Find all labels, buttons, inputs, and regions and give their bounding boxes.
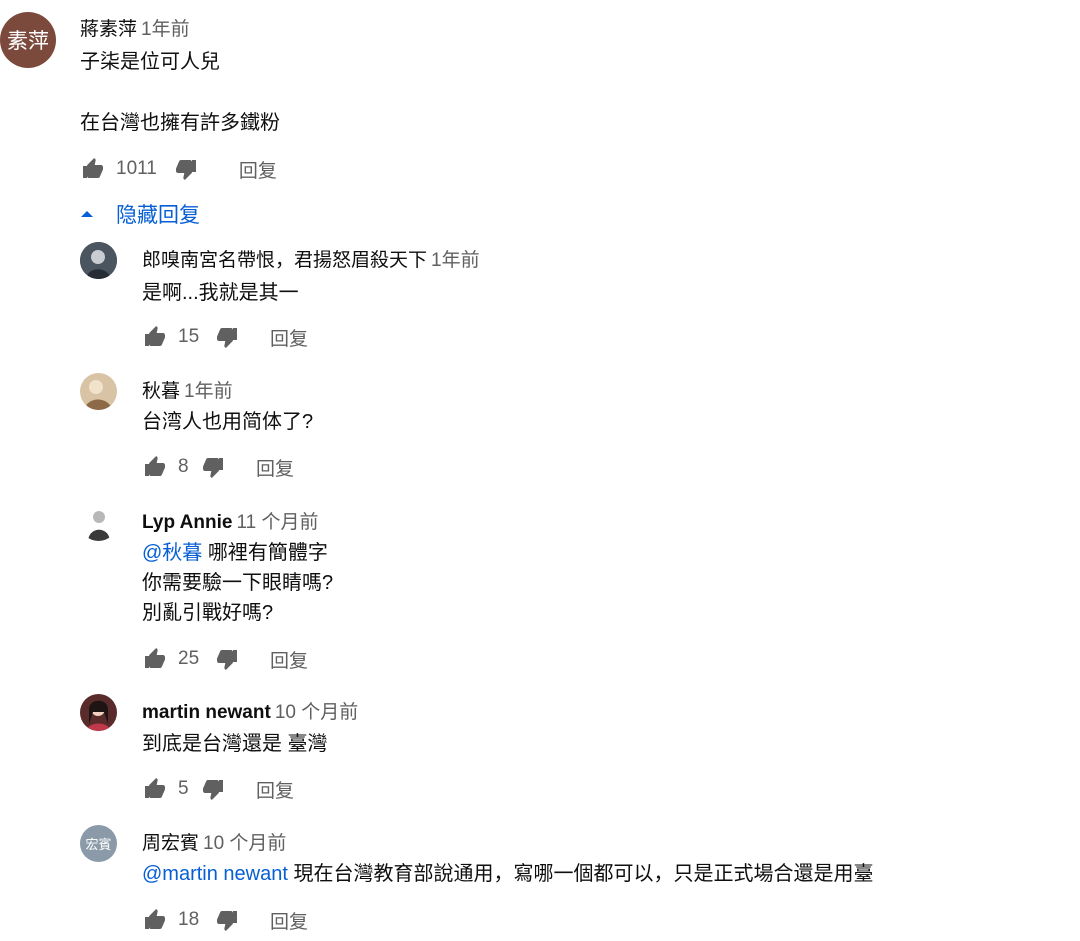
avatar-image [80,504,117,541]
timestamp[interactable]: 10 个月前 [275,702,358,723]
avatar[interactable] [80,242,117,279]
comment-header: Lyp Annie 11 个月前 [142,507,318,534]
timestamp[interactable]: 1年前 [184,381,233,402]
comment-text: 別亂引戰好嗎? [142,602,274,624]
thumbs-up-icon[interactable] [142,907,168,933]
reply-button[interactable]: 回复 [256,776,294,803]
comment-actions: 15 回复 [142,322,308,352]
thumbs-up-icon[interactable] [142,454,168,480]
like-count: 18 [178,909,200,930]
comment-text: 你需要驗一下眼睛嗎? [142,572,334,594]
comment-text: 到底是台灣還是 臺灣 [142,733,328,755]
comment-actions: 5 回复 [142,774,294,804]
author-name[interactable]: martin newant [142,702,271,723]
thumbs-down-icon[interactable] [214,324,240,350]
thumbs-down-icon[interactable] [214,907,240,933]
comment-header: 郎嗅南宮名帶恨，君揚怒眉殺天下 1年前 [142,245,480,272]
like-count: 15 [178,326,200,347]
comment-actions: 1011 回复 [80,154,277,184]
avatar-initials: 素萍 [7,29,49,53]
comment-text: 台湾人也用简体了? [142,411,314,433]
thumbs-down-icon[interactable] [200,776,226,802]
timestamp[interactable]: 11 个月前 [236,512,318,533]
mention-link[interactable]: @秋暮 [142,542,202,564]
thumbs-up-icon[interactable] [142,646,168,672]
reply-button[interactable]: 回复 [256,454,294,481]
avatar-image [80,242,117,279]
thumbs-up-icon[interactable] [80,156,106,182]
thumbs-down-icon[interactable] [200,454,226,480]
avatar-initials: 宏賓 [85,838,112,853]
author-name[interactable]: 周宏賓 [142,833,199,854]
author-name[interactable]: 秋暮 [142,381,180,402]
timestamp[interactable]: 1年前 [431,250,480,271]
comment-text: 子柒是位可人兒 [80,51,220,73]
mention-link[interactable]: @martin newant [142,863,288,885]
comment-text: 在台灣也擁有許多鐵粉 [80,112,280,134]
reply-button[interactable]: 回复 [270,907,308,934]
avatar[interactable]: 宏賓 [80,825,117,862]
author-name[interactable]: 郎嗅南宮名帶恨，君揚怒眉殺天下 [142,250,427,271]
avatar-image [80,373,117,410]
like-count: 25 [178,648,200,669]
comment-text: @martin newant 現在台灣教育部說通用，寫哪一個都可以，只是正式場合… [142,859,873,890]
hide-replies-button[interactable]: 隐藏回复 [80,198,200,230]
reply-button[interactable]: 回复 [239,156,277,183]
avatar[interactable] [80,504,117,541]
author-name[interactable]: 蔣素萍 [80,19,137,40]
thumbs-up-icon[interactable] [142,776,168,802]
avatar-image [80,694,117,731]
caret-up-icon [80,209,94,219]
comment-text-body: 現在台灣教育部說通用，寫哪一個都可以，只是正式場合還是用臺 [287,863,874,885]
comment-actions: 18 回复 [142,905,308,935]
avatar[interactable] [80,694,117,731]
like-count: 8 [178,456,189,477]
thumbs-up-icon[interactable] [142,324,168,350]
like-count: 1011 [116,158,157,179]
comment-actions: 8 回复 [142,452,294,482]
comment-header: martin newant 10 个月前 [142,697,358,724]
reply-button[interactable]: 回复 [270,324,308,351]
thumbs-down-icon[interactable] [173,156,199,182]
comment-actions: 25 回复 [142,644,308,674]
comment-text: 是啊...我就是其一 [142,282,299,304]
avatar[interactable] [80,373,117,410]
thumbs-down-icon[interactable] [214,646,240,672]
timestamp[interactable]: 1年前 [141,19,190,40]
avatar[interactable]: 素萍 [0,12,56,68]
comment-text: @秋暮 哪裡有簡體字 [142,538,328,569]
author-name[interactable]: Lyp Annie [142,512,232,533]
hide-replies-label: 隐藏回复 [116,204,200,227]
comment-header: 秋暮 1年前 [142,376,233,403]
reply-button[interactable]: 回复 [270,646,308,673]
timestamp[interactable]: 10 个月前 [203,833,286,854]
comment-header: 蔣素萍 1年前 [80,14,190,41]
comment-text-body: 哪裡有簡體字 [202,542,328,564]
comment-header: 周宏賓 10 个月前 [142,828,286,855]
like-count: 5 [178,778,189,799]
